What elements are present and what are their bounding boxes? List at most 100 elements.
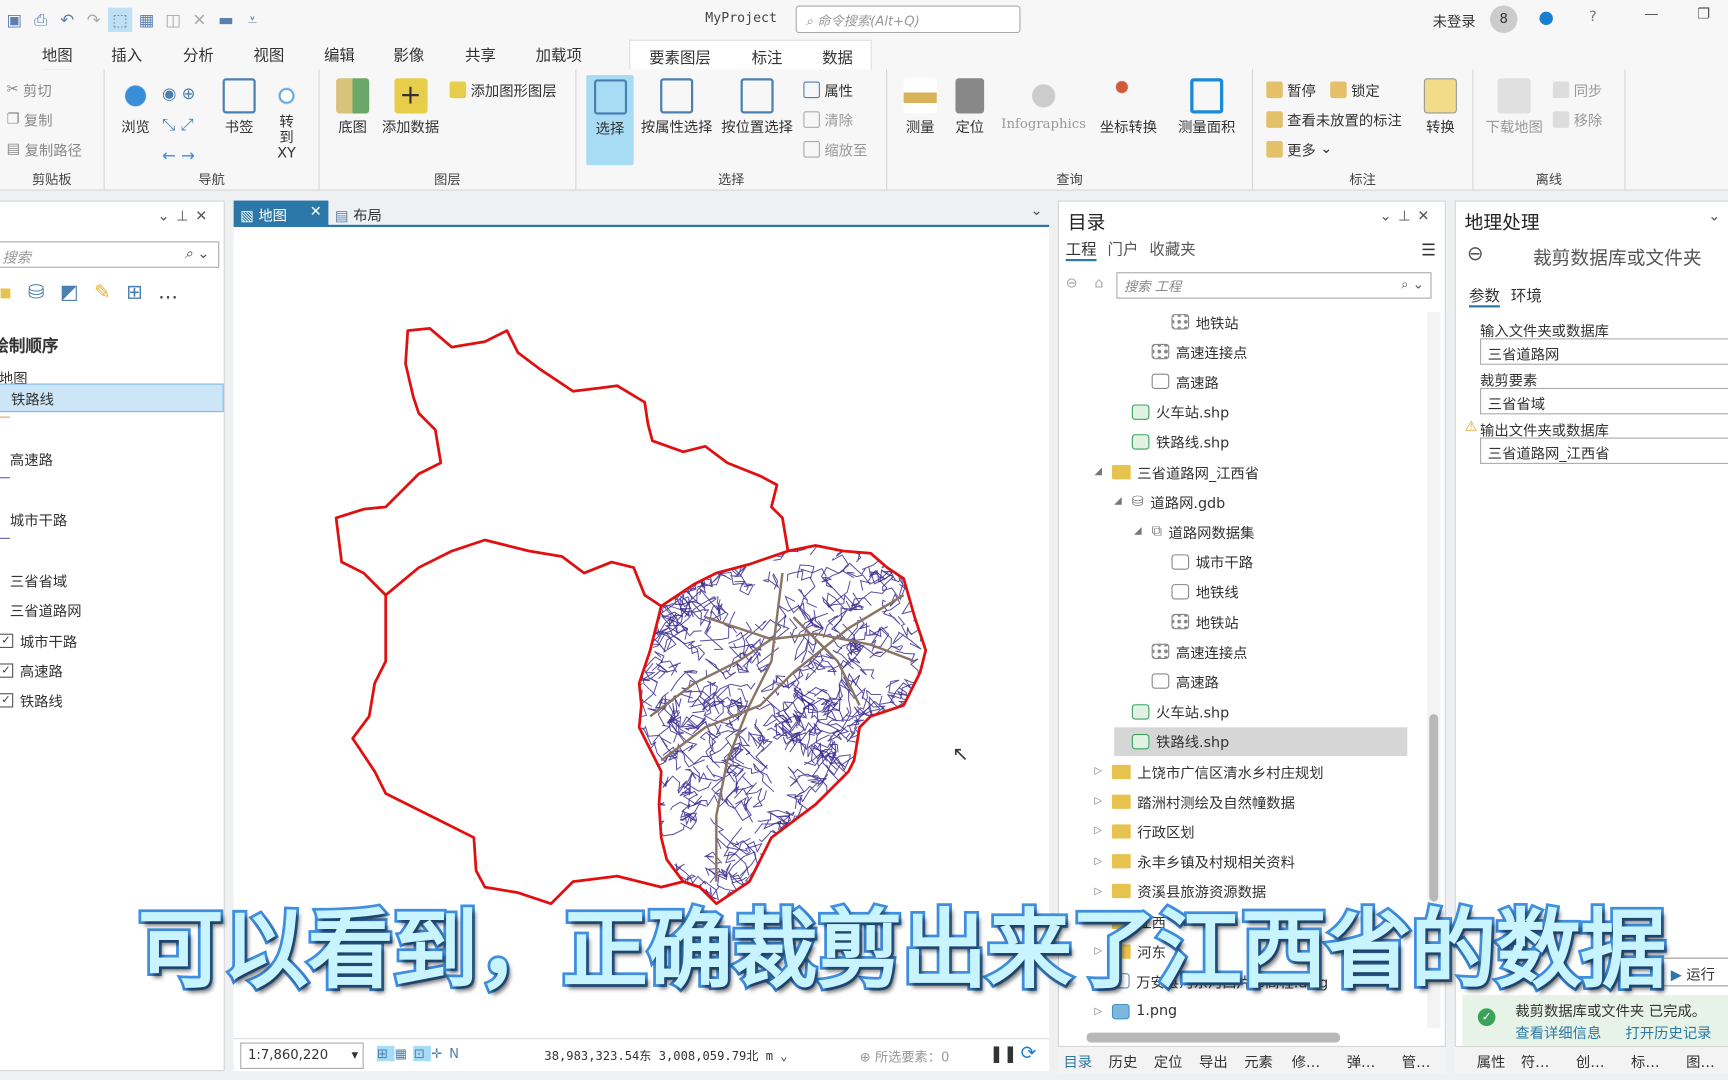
pane-controls[interactable]: ⌄⊥✕	[158, 208, 214, 225]
expand-arrow-icon[interactable]: ▷	[1094, 796, 1105, 807]
pause-labeling-button[interactable]: 暂停	[1266, 79, 1316, 100]
list-by-snapping-icon[interactable]: ⊞	[126, 281, 158, 304]
tab-environments[interactable]: 环境	[1511, 288, 1542, 306]
bottom-tab[interactable]: 创…	[1576, 1050, 1605, 1072]
print-icon[interactable]: ⎙	[29, 7, 53, 31]
layer-visibility-checkbox[interactable]: ✓	[0, 692, 14, 707]
open-history-link[interactable]: 打开历史记录	[1626, 1022, 1712, 1043]
measure-area-button[interactable]: 测量面积	[1174, 78, 1240, 137]
view-unplaced-button[interactable]: 查看未放置的标注	[1266, 109, 1402, 130]
tab-project[interactable]: 工程	[1065, 241, 1097, 262]
catalog-item[interactable]: 地铁线	[1154, 577, 1239, 606]
layer-visibility-checkbox[interactable]: ✓	[0, 662, 14, 678]
redo-icon[interactable]: ↷	[82, 7, 106, 31]
back-icon[interactable]: ⊖	[1066, 276, 1078, 293]
tab-portal[interactable]: 门户	[1108, 241, 1139, 259]
layer-item[interactable]: 铁路线	[0, 383, 224, 413]
convert-coordinates-button[interactable]: 坐标转换	[1097, 78, 1161, 137]
clear-button[interactable]: 清除	[803, 109, 853, 130]
tab-share[interactable]: 共享	[465, 44, 496, 66]
more-options-icon[interactable]: …	[158, 281, 193, 304]
catalog-item[interactable]: ▷ 踏洲村测绘及自然幢数据	[1094, 787, 1295, 816]
measure-icon[interactable]: ▬	[214, 7, 238, 31]
layer-item[interactable]: ✓ 铁路线	[0, 685, 224, 714]
zoom-to-button[interactable]: 缩放至	[803, 139, 867, 160]
catalog-item[interactable]: 铁路线.shp	[1114, 427, 1229, 456]
avatar[interactable]: 8	[1489, 5, 1518, 34]
layer-item[interactable]: ✓ 城市干路	[0, 626, 224, 655]
delete-icon[interactable]: ✕	[187, 7, 211, 31]
bottom-tab[interactable]: 元素	[1244, 1050, 1273, 1072]
collapse-arrow-icon[interactable]: ◢	[1094, 466, 1105, 477]
catalog-item[interactable]: 火车站.shp	[1114, 697, 1229, 726]
tab-insert[interactable]: 插入	[111, 44, 142, 66]
view-details-link[interactable]: 查看详细信息	[1515, 1022, 1601, 1043]
bottom-tab[interactable]: 目录	[1063, 1050, 1092, 1072]
explore-button[interactable]: 浏览	[114, 78, 158, 137]
catalog-item[interactable]: 火车站.shp	[1114, 397, 1229, 426]
crosshair-icon[interactable]: ✛	[431, 1046, 449, 1061]
expand-arrow-icon[interactable]: ▷	[1094, 856, 1105, 867]
copy-button[interactable]: ❐ 复制	[7, 109, 53, 130]
copy-path-button[interactable]: ▤ 复制路径	[7, 139, 82, 160]
constraints-icon[interactable]: ⊡	[413, 1045, 432, 1062]
tab-imagery[interactable]: 影像	[393, 44, 424, 66]
remove-button[interactable]: 移除	[1552, 109, 1602, 130]
bottom-tab[interactable]: 弹…	[1347, 1050, 1376, 1072]
pause-drawing-button[interactable]: ❚❚	[990, 1044, 1018, 1064]
back-button[interactable]: ⊖	[1467, 242, 1484, 265]
download-map-button[interactable]: 下载地图	[1482, 78, 1546, 137]
select-tool-icon[interactable]: ⬚	[107, 7, 133, 32]
list-by-source-icon[interactable]: ⛁	[28, 281, 60, 304]
minimize-button[interactable]: —	[1644, 7, 1658, 24]
close-tab-icon[interactable]: ✕	[310, 204, 322, 221]
layer-item[interactable]: ✓ 高速路	[0, 656, 224, 685]
bottom-tab[interactable]: 导出	[1199, 1050, 1228, 1072]
pane-options-icon[interactable]: ⌄	[1708, 208, 1720, 225]
catalog-item[interactable]: 高速连接点	[1134, 337, 1248, 366]
catalog-search-input[interactable]: 搜索 工程 ⌕ ⌄	[1116, 272, 1432, 299]
catalog-item[interactable]: ◢ 三省道路网_江西省	[1094, 457, 1259, 486]
table-icon[interactable]: ▦	[134, 7, 158, 31]
select-by-location-button[interactable]: 按位置选择	[719, 78, 796, 137]
add-data-button[interactable]: + 添加数据	[380, 78, 441, 137]
tabs-overflow-icon[interactable]: ⌄	[1031, 203, 1043, 220]
home-icon[interactable]: ⌂	[1094, 276, 1103, 293]
attributes-button[interactable]: 属性	[803, 79, 853, 100]
locate-button[interactable]: 定位	[948, 78, 992, 137]
clip-features-dropdown[interactable]: 三省省域	[1480, 387, 1728, 415]
more-button[interactable]: 更多 ⌄	[1266, 139, 1332, 160]
refresh-button[interactable]: ⟳	[1020, 1043, 1036, 1065]
bottom-tab[interactable]: 图…	[1686, 1050, 1715, 1072]
list-by-selection-icon[interactable]: ◩	[60, 281, 94, 304]
pane-controls[interactable]: ⌄⊥✕	[1380, 208, 1436, 225]
bottom-tab[interactable]: 标…	[1631, 1050, 1660, 1072]
go-to-xy-button[interactable]: 转到 XY	[264, 78, 308, 162]
north-arrow-icon[interactable]: N	[449, 1046, 466, 1061]
catalog-item[interactable]: 城市干路	[1154, 547, 1253, 576]
convert-labels-button[interactable]: 转换	[1418, 78, 1462, 137]
infographics-button[interactable]: Infographics	[995, 78, 1092, 131]
tab-view[interactable]: 视图	[253, 44, 284, 66]
catalog-horizontal-scrollbar[interactable]	[1070, 1032, 1412, 1044]
notification-bell-icon[interactable]: ●	[1538, 7, 1553, 28]
contents-toolbar[interactable]: ▪⛁◩✎⊞…	[0, 281, 193, 304]
tab-analysis[interactable]: 分析	[183, 44, 214, 66]
bottom-tab[interactable]: 修…	[1292, 1050, 1321, 1072]
select-button[interactable]: 选择	[586, 74, 634, 166]
measure-button[interactable]: 测量	[896, 78, 944, 137]
catalog-item[interactable]: 高速连接点	[1134, 637, 1248, 666]
lock-labeling-button[interactable]: 锁定	[1330, 79, 1380, 100]
map-status-tools[interactable]: ⊞▦⊡✛N	[376, 1045, 466, 1062]
run-button[interactable]: ▶ 运行	[1660, 957, 1728, 987]
expand-arrow-icon[interactable]: ▷	[1094, 1006, 1105, 1017]
layer-item[interactable]: 城市干路	[0, 505, 224, 534]
bottom-tab[interactable]: 管…	[1402, 1050, 1431, 1072]
catalog-item[interactable]: ◢ ⧉ 道路网数据集	[1134, 517, 1254, 546]
save-icon[interactable]: ▣	[2, 7, 26, 31]
bottom-tab[interactable]: 属性	[1477, 1050, 1506, 1072]
coordinates-readout[interactable]: 38,983,323.54东 3,008,059.79北 m ⌄	[544, 1047, 787, 1065]
catalog-item[interactable]: 地铁站	[1154, 607, 1239, 636]
restore-button[interactable]: ❐	[1697, 7, 1710, 24]
layer-item[interactable]: 三省省域	[0, 565, 224, 594]
